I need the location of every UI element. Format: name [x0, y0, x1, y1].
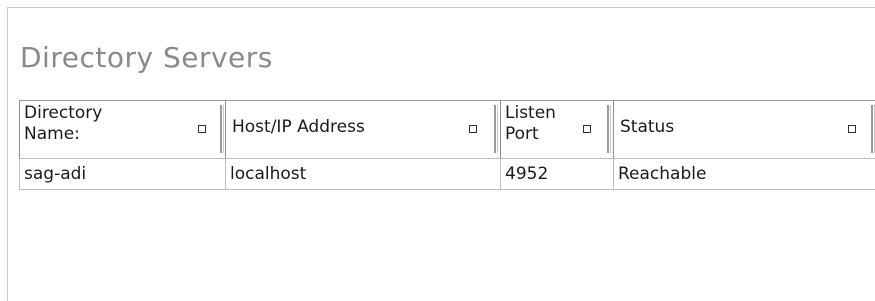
column-header-status-label: Status [620, 117, 675, 137]
cell-listen-port: 4952 [500, 159, 613, 189]
column-header-listen-port[interactable]: Listen Port [500, 101, 606, 158]
cell-directory-name: sag-adi [19, 159, 225, 189]
column-resize-handle[interactable] [220, 105, 224, 153]
column-resize-handle[interactable] [871, 105, 875, 153]
column-header-directory-name-line2: Name: [24, 124, 80, 144]
column-header-host-ip-label: Host/IP Address [232, 117, 365, 137]
sort-icon[interactable] [848, 125, 856, 133]
sort-icon[interactable] [469, 125, 477, 133]
directory-servers-table: Directory Name: Host/IP Address Listen P… [19, 100, 875, 195]
sort-icon[interactable] [198, 125, 206, 133]
column-resize-handle[interactable] [494, 105, 498, 153]
column-header-directory-name-line1: Directory [24, 103, 103, 123]
column-header-host-ip[interactable]: Host/IP Address [225, 101, 493, 158]
table-row[interactable]: sag-adi localhost 4952 Reachable [19, 158, 875, 190]
cell-host: localhost [225, 159, 500, 189]
page-title: Directory Servers [20, 41, 273, 74]
table-header-row: Directory Name: Host/IP Address Listen P… [19, 100, 875, 158]
column-header-directory-name[interactable]: Directory Name: [19, 101, 219, 158]
column-resize-handle[interactable] [607, 105, 611, 153]
cell-status: Reachable [613, 159, 875, 189]
column-header-status[interactable]: Status [613, 101, 875, 158]
column-header-listen-port-line1: Listen [505, 103, 556, 123]
sort-icon[interactable] [583, 125, 591, 133]
